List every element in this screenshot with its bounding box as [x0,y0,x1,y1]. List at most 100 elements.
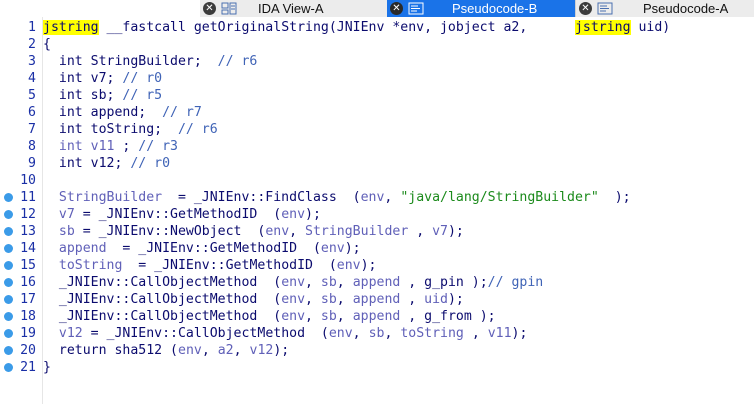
code-token: "java/lang/StringBuilder" [400,190,599,205]
code-line[interactable]: 20 return sha512 (env, a2, v12); [0,342,754,359]
code-line[interactable]: 17 _JNIEnv::CallObjectMethod (env, sb, a… [0,291,754,308]
close-icon[interactable]: ✕ [579,2,592,15]
code-line[interactable]: 9 int v12; // r0 [0,155,754,172]
code-token: , [384,326,401,341]
breakpoint-dot-icon[interactable] [4,244,13,253]
code-token: ; [114,139,139,154]
code-text: } [43,359,51,376]
line-number: 19 [20,326,36,341]
line-number: 16 [20,275,36,290]
code-token: // r7 [162,105,202,120]
code-line[interactable]: 12 v7 = _JNIEnv::GetMethodID (env); [0,206,754,223]
code-line[interactable]: 19 v12 = _JNIEnv::CallObjectMethod (env,… [0,325,754,342]
code-token: env [328,326,353,341]
code-token: StringBuilder [43,190,163,205]
line-number: 10 [20,173,36,188]
code-text: int append; // r7 [43,104,202,121]
code-line[interactable]: 5 int sb; // r5 [0,87,754,104]
close-icon[interactable]: ✕ [203,2,216,15]
code-token: = _JNIEnv::FindClass ( [162,190,361,205]
code-token: a2 [217,343,234,358]
pseudocode-view[interactable]: 1 jstring __fastcall getOriginalString(JN… [0,17,754,404]
code-token: int v12; [43,156,131,171]
code-token: , [463,326,488,341]
code-token: = _JNIEnv::GetMethodID ( [106,241,321,256]
code-token: return [43,343,115,358]
code-text: int v11 ; // r3 [43,138,178,155]
code-token: // r5 [122,88,163,103]
breakpoint-dot-icon[interactable] [4,346,13,355]
breakpoint-dot-icon[interactable] [4,193,13,202]
code-line[interactable]: 3 int StringBuilder; // r6 [0,53,754,70]
breakpoint-dot-icon[interactable] [4,312,13,321]
code-token: int append; [43,105,163,120]
code-token: = _JNIEnv::CallObjectMethod ( [82,326,329,341]
breakpoint-dot-icon[interactable] [4,210,13,219]
code-line[interactable]: 21} [0,359,754,376]
breakpoint-dot-icon[interactable] [4,363,13,372]
code-token: StringBuilder [305,224,409,239]
code-token: int sb; [43,88,123,103]
code-text: { [43,36,51,53]
code-token: int v7; [43,71,123,86]
code-token: , [233,343,250,358]
code-line[interactable]: 11 StringBuilder = _JNIEnv::FindClass (e… [0,189,754,206]
code-token: sb [320,275,337,290]
code-line[interactable]: 6 int append; // r7 [0,104,754,121]
breakpoint-dot-icon[interactable] [4,227,13,236]
code-token: _JNIEnv::CallObjectMethod ( [43,292,282,307]
tab-label: Pseudocode-B [452,1,538,16]
code-token: env [281,207,306,222]
code-token: int v11 [43,139,115,154]
highlighted-token: jstring [574,20,631,35]
code-line[interactable]: 2{ [0,36,754,53]
line-number: 21 [20,360,36,375]
code-token: v12 [43,326,83,341]
code-line[interactable]: 4 int v7; // r0 [0,70,754,87]
code-token: = _JNIEnv::NewObject ( [74,224,266,239]
code-token: // r0 [122,71,163,86]
code-token: , [400,292,425,307]
code-token: , [201,343,218,358]
code-line[interactable]: 14 append = _JNIEnv::GetMethodID (env); [0,240,754,257]
code-line[interactable]: 13 sb = _JNIEnv::NewObject (env, StringB… [0,223,754,240]
code-line[interactable]: 16 _JNIEnv::CallObjectMethod (env, sb, a… [0,274,754,291]
line-number: 3 [28,54,36,69]
code-token: ); [447,292,464,307]
code-token: env [178,343,202,358]
code-text: _JNIEnv::CallObjectMethod (env, sb, appe… [43,308,496,325]
code-line[interactable]: 10 [0,172,754,189]
code-line[interactable]: 15 toString = _JNIEnv::GetMethodID (env)… [0,257,754,274]
code-text: v12 = _JNIEnv::CallObjectMethod (env, sb… [43,325,528,342]
line-number: 7 [28,122,36,137]
code-token: = _JNIEnv::GetMethodID ( [74,207,282,222]
code-text: _JNIEnv::CallObjectMethod (env, sb, appe… [43,274,543,291]
code-token: } [43,360,51,375]
code-text: int v12; // r0 [43,155,170,172]
tab-ida-view-a[interactable]: ✕ IDA View-A [200,0,387,17]
close-icon[interactable]: ✕ [390,2,403,15]
code-token: ); [344,241,361,256]
breakpoint-dot-icon[interactable] [4,261,13,270]
code-text: return sha512 (env, a2, v12); [43,342,289,359]
code-token: int toString; [43,122,178,137]
code-token: _JNIEnv::CallObjectMethod ( [43,275,282,290]
code-line[interactable]: 8 int v11 ; // r3 [0,138,754,155]
code-token: toString [400,326,464,341]
line-number: 11 [20,190,36,205]
code-line[interactable]: 7 int toString; // r6 [0,121,754,138]
line-number: 20 [20,343,36,358]
code-token: ); [511,326,528,341]
breakpoint-dot-icon[interactable] [4,295,13,304]
code-token: // r6 [177,122,218,137]
tab-pseudocode-a[interactable]: ✕ Pseudocode-A [575,0,754,17]
breakpoint-dot-icon[interactable] [4,278,13,287]
code-token: v7 [432,224,448,239]
tab-pseudocode-b[interactable]: ✕ Pseudocode-B [387,0,575,17]
code-line[interactable]: 18 _JNIEnv::CallObjectMethod (env, sb, a… [0,308,754,325]
line-number: 14 [20,241,36,256]
code-line[interactable]: 1 jstring __fastcall getOriginalString(JN… [0,19,754,36]
breakpoint-dot-icon[interactable] [4,329,13,338]
code-token: env [360,190,385,205]
line-number: 13 [20,224,36,239]
